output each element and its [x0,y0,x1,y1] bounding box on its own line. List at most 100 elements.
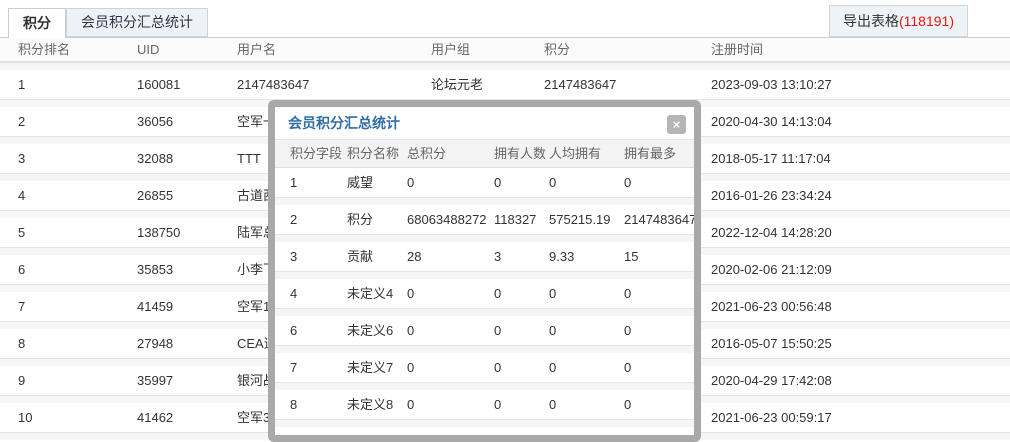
cell-average-owned: 0 [549,286,557,301]
header-regtime: 注册时间 [711,42,764,57]
cell-total-points: 0 [407,175,415,190]
cell-max-owned: 0 [624,360,632,375]
modal-table-row: 7 未定义7 0 0 0 0 [275,353,694,382]
tab-points-summary[interactable]: 会员积分汇总统计 [66,8,208,37]
cell-owner-count: 118327 [494,212,537,227]
cell-owner-count: 0 [494,323,502,338]
cell-credit-name: 威望 [347,175,374,190]
cell-regtime: 2020-04-29 17:42:08 [711,373,832,388]
cell-rank: 2 [18,114,26,129]
cell-credit-field: 8 [290,397,298,412]
cell-rank: 6 [18,262,26,277]
cell-regtime: 2016-05-07 15:50:25 [711,336,832,351]
cell-uid: 138750 [137,225,181,240]
cell-max-owned: 15 [624,249,639,264]
cell-credit-name: 未定义6 [347,323,394,338]
modal-table-row: 3 贡献 28 3 9.33 15 [275,242,694,271]
cell-regtime: 2023-09-03 13:10:27 [711,77,832,92]
points-summary-modal: 会员积分汇总统计 × 积分字段 积分名称 总积分 拥有人数 人均拥有 拥有最多 … [268,100,701,442]
cell-regtime: 2022-12-04 14:28:20 [711,225,832,240]
cell-owner-count: 0 [494,286,502,301]
cell-regtime: 2020-04-30 14:13:04 [711,114,832,129]
export-table-button[interactable]: 导出表格(118191) [828,5,968,37]
modal-row-divider [275,308,694,316]
header-max-owned: 拥有最多 [624,146,677,161]
header-points: 积分 [544,42,571,57]
cell-total-points: 28 [407,249,422,264]
cell-username: TTT [237,151,261,166]
cell-rank: 7 [18,299,26,314]
cell-username: 2147483647 [237,77,310,92]
cell-rank: 4 [18,188,26,203]
modal-table-row: 8 未定义8 0 0 0 0 [275,390,694,419]
cell-owner-count: 3 [494,249,502,264]
modal-table-row: 6 未定义6 0 0 0 0 [275,316,694,345]
export-table-count: (118191) [898,13,954,29]
cell-average-owned: 9.33 [549,249,575,264]
cell-regtime: 2021-06-23 00:56:48 [711,299,832,314]
cell-uid: 160081 [137,77,181,92]
cell-credit-field: 3 [290,249,298,264]
cell-total-points: 0 [407,286,415,301]
modal-row-divider [275,345,694,353]
export-table-label: 导出表格 [842,13,899,29]
cell-uid: 27948 [137,336,174,351]
cell-regtime: 2016-01-26 23:34:24 [711,188,832,203]
cell-rank: 1 [18,77,26,92]
close-icon[interactable]: × [667,115,686,134]
cell-rank: 8 [18,336,26,351]
cell-max-owned: 0 [624,175,632,190]
cell-credit-name: 未定义8 [347,397,394,412]
cell-uid: 35997 [137,373,174,388]
cell-regtime: 2021-06-23 00:59:17 [711,410,832,425]
cell-credit-name: 积分 [347,212,374,227]
cell-credit-field: 4 [290,286,298,301]
header-credit-name: 积分名称 [347,146,400,161]
cell-uid: 41462 [137,410,174,425]
cell-max-owned: 0 [624,323,632,338]
cell-average-owned: 0 [549,323,557,338]
modal-table-row: 1 威望 0 0 0 0 [275,168,694,197]
modal-title: 会员积分汇总统计 [288,115,400,131]
cell-total-points: 0 [407,360,415,375]
cell-group: 论坛元老 [431,77,484,92]
cell-owner-count: 0 [494,175,502,190]
modal-title-bar: 会员积分汇总统计 × [275,107,694,140]
modal-row-divider [275,419,694,427]
modal-table-row: 4 未定义4 0 0 0 0 [275,279,694,308]
cell-total-points: 0 [407,397,415,412]
cell-rank: 9 [18,373,26,388]
tab-bar-divider [0,37,1010,38]
header-owner-count: 拥有人数 [494,146,547,161]
cell-username: 空军1 [237,299,271,314]
cell-uid: 36056 [137,114,174,129]
cell-total-points: 0 [407,323,415,338]
cell-average-owned: 575215.19 [549,212,611,227]
modal-table-row: 2 积分 68063488272 118327 575215.19 214748… [275,205,694,234]
cell-credit-field: 2 [290,212,298,227]
modal-row-divider [275,197,694,205]
cell-credit-field: 1 [290,175,298,190]
header-username: 用户名 [237,42,277,57]
cell-username: 空军3 [237,410,271,425]
cell-owner-count: 0 [494,360,502,375]
cell-rank: 10 [18,410,33,425]
cell-rank: 3 [18,151,26,166]
cell-uid: 35853 [137,262,174,277]
cell-credit-name: 贡献 [347,249,374,264]
cell-total-points: 68063488272 [407,212,487,227]
tab-points[interactable]: 积分 [8,8,66,38]
cell-max-owned: 2147483647 [624,212,697,227]
cell-rank: 5 [18,225,26,240]
cell-average-owned: 0 [549,397,557,412]
cell-uid: 41459 [137,299,174,314]
header-total-points: 总积分 [407,146,447,161]
cell-credit-field: 6 [290,323,298,338]
header-uid: UID [137,42,160,57]
table-row: 1 160081 2147483647 论坛元老 2147483647 2023… [0,70,1010,99]
cell-average-owned: 0 [549,360,557,375]
row-divider [0,62,1010,70]
cell-points: 2147483647 [544,77,617,92]
cell-regtime: 2020-02-06 21:12:09 [711,262,832,277]
cell-uid: 26855 [137,188,174,203]
